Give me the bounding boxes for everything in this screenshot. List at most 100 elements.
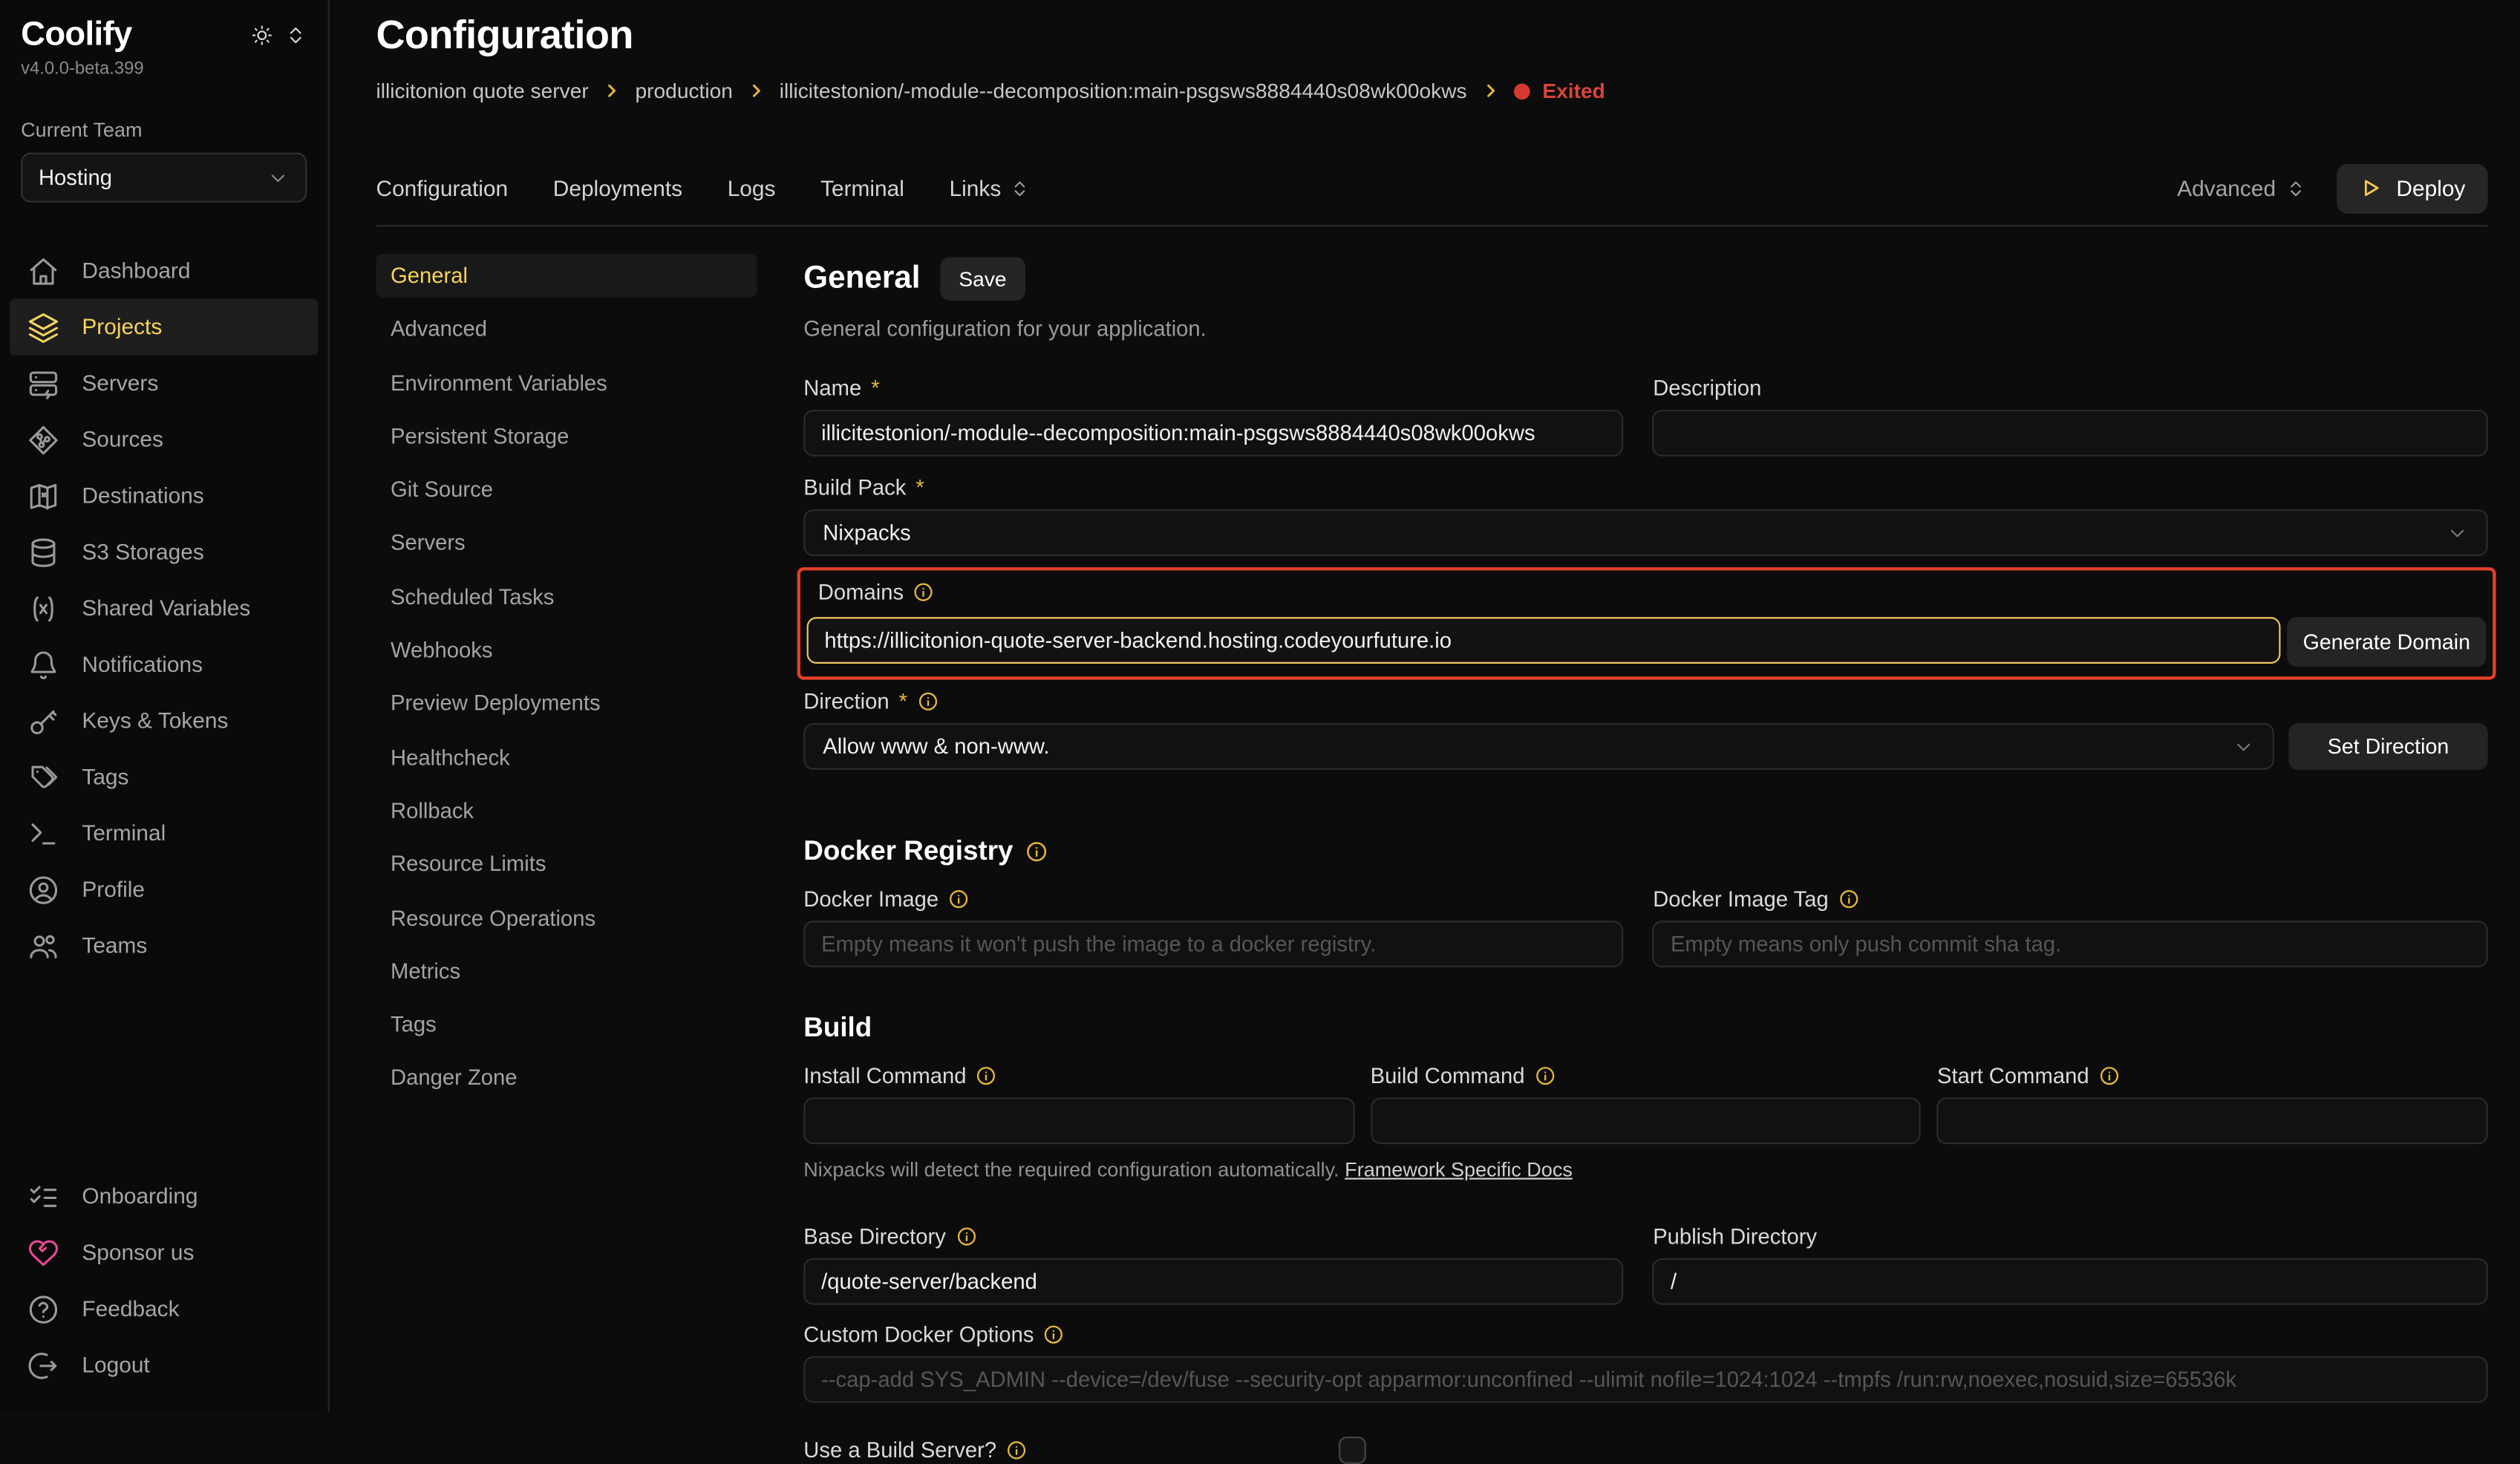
domains-input[interactable] — [807, 617, 2281, 664]
subnav-item-resource-limits[interactable]: Resource Limits — [376, 843, 757, 886]
start-command-input[interactable] — [1937, 1097, 2488, 1144]
deploy-button[interactable]: Deploy — [2337, 163, 2487, 213]
direction-select[interactable]: Allow www & non-www. — [803, 723, 2274, 770]
build-server-row: Use a Build Server? — [803, 1437, 2487, 1464]
docker-image-tag-label: Docker Image Tag — [1653, 887, 2487, 911]
subnav-item-label: Servers — [391, 531, 466, 555]
sidebar-item-sources[interactable]: Sources — [10, 411, 319, 468]
subnav-item-tags[interactable]: Tags — [376, 1003, 757, 1046]
tab-terminal[interactable]: Terminal — [820, 176, 904, 200]
sidebar-item-teams[interactable]: Teams — [10, 918, 319, 974]
sidebar-item-dashboard[interactable]: Dashboard — [10, 243, 319, 299]
tab-label: Links — [950, 176, 1002, 200]
publish-directory-label: Publish Directory — [1653, 1224, 2487, 1248]
subnav-item-general[interactable]: General — [376, 254, 757, 297]
sidebar-item-notifications[interactable]: Notifications — [10, 636, 319, 693]
required-mark: * — [871, 376, 879, 400]
tab-links[interactable]: Links — [950, 176, 1031, 200]
list-checks-icon — [27, 1180, 59, 1212]
subnav-item-resource-operations[interactable]: Resource Operations — [376, 896, 757, 939]
sidebar-item-projects[interactable]: Projects — [10, 299, 319, 356]
advanced-menu[interactable]: Advanced — [2177, 176, 2306, 200]
sidebar-item-profile[interactable]: Profile — [10, 861, 319, 918]
sidebar-item-feedback[interactable]: Feedback — [10, 1281, 319, 1337]
info-icon[interactable] — [1838, 889, 1859, 909]
sidebar: Coolify v4.0.0-beta.399 Current Team Hos… — [0, 0, 330, 1413]
tab-configuration[interactable]: Configuration — [376, 176, 509, 200]
build-pack-select[interactable]: Nixpacks — [803, 509, 2487, 556]
build-pack-label: Build Pack * — [803, 476, 2487, 500]
general-form: General Save General configuration for y… — [803, 254, 2487, 1413]
subnav-item-webhooks[interactable]: Webhooks — [376, 629, 757, 672]
name-label: Name * — [803, 376, 1624, 400]
name-field-group: Name * — [803, 376, 1624, 457]
subnav-item-environment-variables[interactable]: Environment Variables — [376, 361, 757, 404]
custom-docker-options-input[interactable] — [803, 1356, 2487, 1403]
nixpacks-note: Nixpacks will detect the required config… — [803, 1159, 2487, 1181]
info-icon[interactable] — [1534, 1065, 1555, 1086]
subnav-item-advanced[interactable]: Advanced — [376, 307, 757, 350]
chevrons-up-down-icon[interactable] — [284, 24, 307, 46]
info-icon[interactable] — [917, 691, 938, 712]
save-button[interactable]: Save — [939, 257, 1025, 300]
sun-icon[interactable] — [251, 24, 273, 46]
sidebar-item-destinations[interactable]: Destinations — [10, 468, 319, 524]
info-icon[interactable] — [976, 1065, 997, 1086]
sidebar-item-label: Profile — [82, 878, 145, 901]
tab-deployments[interactable]: Deployments — [553, 176, 682, 200]
subnav-item-persistent-storage[interactable]: Persistent Storage — [376, 414, 757, 457]
set-direction-button[interactable]: Set Direction — [2288, 723, 2487, 770]
team-select[interactable]: Hosting — [21, 153, 307, 203]
sidebar-item-label: Destinations — [82, 484, 203, 508]
custom-docker-options-label: Custom Docker Options — [803, 1322, 2487, 1346]
publish-directory-input[interactable] — [1653, 1258, 2487, 1305]
tab-label: Terminal — [820, 176, 904, 200]
subnav-item-danger-zone[interactable]: Danger Zone — [376, 1056, 757, 1099]
subnav-item-healthcheck[interactable]: Healthcheck — [376, 736, 757, 779]
docker-image-tag-input[interactable] — [1653, 921, 2487, 967]
breadcrumb-item[interactable]: illicitonion quote server — [376, 79, 589, 102]
framework-docs-link[interactable]: Framework Specific Docs — [1345, 1159, 1573, 1181]
subnav-item-metrics[interactable]: Metrics — [376, 950, 757, 993]
install-command-label: Install Command — [803, 1064, 1354, 1088]
build-command-input[interactable] — [1371, 1097, 1922, 1144]
info-icon[interactable] — [1006, 1440, 1027, 1460]
info-icon[interactable] — [956, 1226, 976, 1247]
chevron-down-icon — [267, 166, 289, 189]
tab-logs[interactable]: Logs — [728, 176, 776, 200]
sidebar-item-sponsor-us[interactable]: Sponsor us — [10, 1224, 319, 1281]
info-icon[interactable] — [948, 889, 969, 909]
generate-domain-button[interactable]: Generate Domain — [2287, 617, 2486, 667]
subnav-item-servers[interactable]: Servers — [376, 521, 757, 564]
sidebar-item-servers[interactable]: Servers — [10, 355, 319, 411]
sidebar-item-tags[interactable]: Tags — [10, 749, 319, 805]
key-icon — [27, 705, 59, 736]
bell-icon — [27, 648, 59, 680]
help-circle-icon — [27, 1293, 59, 1324]
subnav-item-rollback[interactable]: Rollback — [376, 789, 757, 832]
subnav-item-git-source[interactable]: Git Source — [376, 468, 757, 511]
info-icon[interactable] — [1043, 1324, 1064, 1345]
install-command-input[interactable] — [803, 1097, 1354, 1144]
subnav-item-preview-deployments[interactable]: Preview Deployments — [376, 682, 757, 725]
docker-image-input[interactable] — [803, 921, 1624, 967]
base-directory-label: Base Directory — [803, 1224, 1624, 1248]
sidebar-item-shared-variables[interactable]: Shared Variables — [10, 580, 319, 636]
subnav-item-scheduled-tasks[interactable]: Scheduled Tasks — [376, 575, 757, 618]
info-icon[interactable] — [1026, 840, 1048, 863]
sidebar-item-keys-tokens[interactable]: Keys & Tokens — [10, 693, 319, 749]
sidebar-item-terminal[interactable]: Terminal — [10, 805, 319, 861]
sidebar-item-onboarding[interactable]: Onboarding — [10, 1169, 319, 1225]
start-command-field-group: Start Command — [1937, 1064, 2488, 1144]
sidebar-item-logout[interactable]: Logout — [10, 1337, 319, 1393]
name-input[interactable] — [803, 410, 1624, 457]
base-directory-input[interactable] — [803, 1258, 1624, 1305]
info-icon[interactable] — [2099, 1065, 2120, 1086]
chevron-right-icon — [1481, 82, 1499, 99]
breadcrumb-item[interactable]: illicitestonion/-module--decomposition:m… — [780, 79, 1467, 102]
info-icon[interactable] — [913, 582, 934, 603]
breadcrumb-item[interactable]: production — [636, 79, 733, 102]
build-server-checkbox[interactable] — [1339, 1437, 1366, 1464]
sidebar-item-s3-storages[interactable]: S3 Storages — [10, 524, 319, 581]
description-input[interactable] — [1653, 410, 2487, 457]
